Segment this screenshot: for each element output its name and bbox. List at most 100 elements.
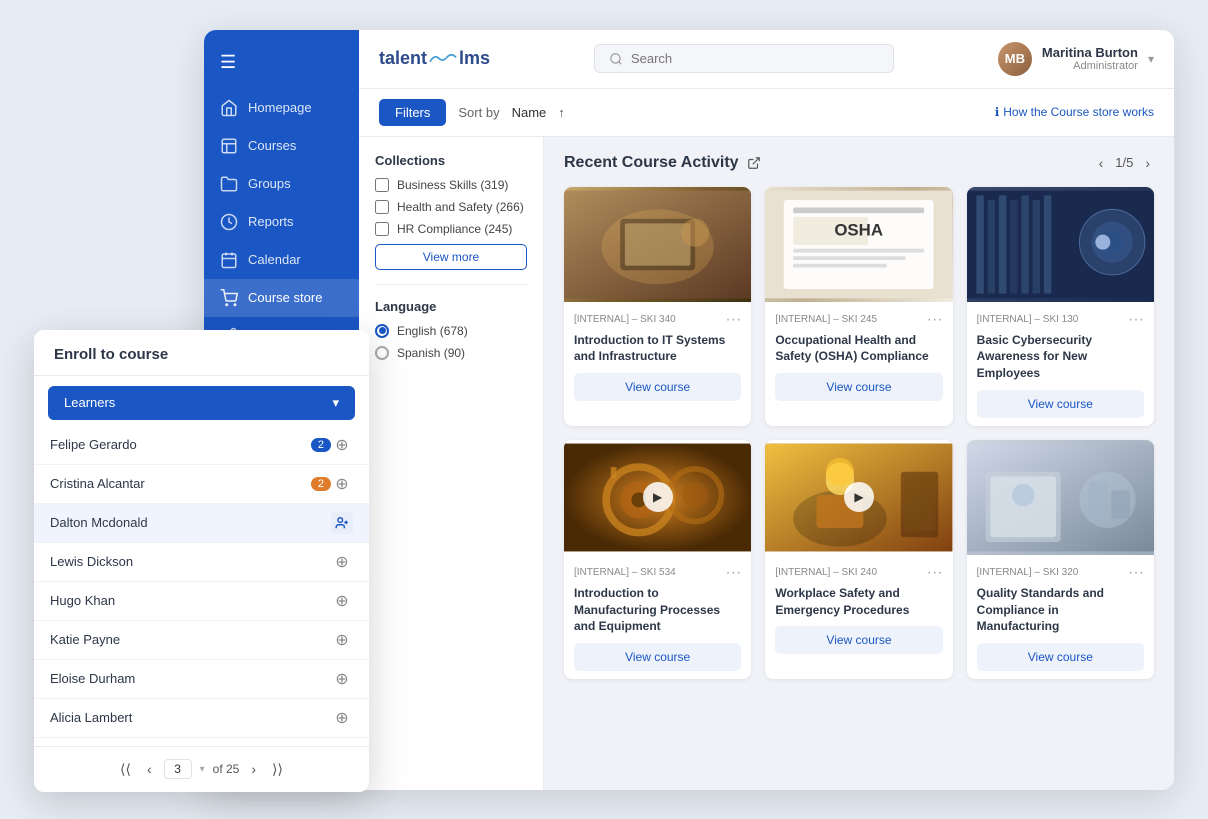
course-more-5[interactable]: ···	[1128, 565, 1144, 581]
course-id-0: [INTERNAL] – SKI 340	[574, 314, 676, 325]
learner-name-1: Cristina Alcantar	[50, 476, 305, 491]
info-icon: ℹ	[995, 105, 1000, 119]
learner-row-0: Felipe Gerardo 2 ⊕	[34, 426, 369, 465]
view-course-btn-3[interactable]: View course	[574, 643, 741, 671]
enroll-add-icon-4[interactable]: ⊕	[331, 590, 353, 612]
page-total: of 25	[213, 762, 240, 776]
view-course-btn-1[interactable]: View course	[775, 373, 942, 401]
logo-talent: talent	[379, 48, 427, 69]
enroll-pagination: ⟨⟨ ‹ ▾ of 25 › ⟩⟩	[34, 746, 369, 792]
enroll-add-icon-7[interactable]: ⊕	[331, 707, 353, 729]
filter-health-safety[interactable]: Health and Safety (266)	[375, 200, 527, 214]
pagination-next-icon[interactable]: ›	[1141, 153, 1154, 173]
course-body-0: [INTERNAL] – SKI 340 ··· Introduction to…	[564, 302, 751, 410]
filters-button[interactable]: Filters	[379, 99, 446, 126]
radio-english[interactable]	[375, 324, 389, 338]
play-button-4[interactable]: ▶	[844, 482, 874, 512]
filter-hr-compliance[interactable]: HR Compliance (245)	[375, 222, 527, 236]
view-more-button[interactable]: View more	[375, 244, 527, 270]
enroll-add-icon-6[interactable]: ⊕	[331, 668, 353, 690]
enroll-add-icon-5[interactable]: ⊕	[331, 629, 353, 651]
course-card-3: ▶ [INTERNAL] – SKI 534 ··· Introduction …	[564, 440, 751, 679]
page-last-icon[interactable]: ⟩⟩	[268, 759, 287, 780]
learner-row-5: Katie Payne ⊕	[34, 621, 369, 660]
course-card-0: [INTERNAL] – SKI 340 ··· Introduction to…	[564, 187, 751, 426]
sidebar-item-course-store[interactable]: Course store	[204, 279, 359, 317]
page-number-input[interactable]	[164, 759, 192, 779]
page-first-icon[interactable]: ⟨⟨	[116, 759, 135, 780]
page-dropdown-icon[interactable]: ▾	[200, 764, 205, 775]
pagination-prev-icon[interactable]: ‹	[1095, 153, 1108, 173]
course-thumb-2	[967, 187, 1154, 302]
language-title: Language	[375, 299, 527, 314]
course-more-1[interactable]: ···	[927, 312, 943, 328]
external-link-icon[interactable]	[747, 156, 761, 170]
filter-label-hr: HR Compliance (245)	[397, 222, 512, 236]
sidebar-item-reports[interactable]: Reports	[204, 203, 359, 241]
view-course-btn-4[interactable]: View course	[775, 626, 942, 654]
sort-name: Name	[512, 105, 547, 120]
enroll-modal: Enroll to course Learners ▾ Felipe Gerar…	[34, 330, 369, 792]
filter-checkbox-business[interactable]	[375, 178, 389, 192]
course-body-3: [INTERNAL] – SKI 534 ··· Introduction to…	[564, 555, 751, 679]
filter-checkbox-health[interactable]	[375, 200, 389, 214]
course-more-4[interactable]: ···	[927, 565, 943, 581]
course-title-1: Occupational Health and Safety (OSHA) Co…	[775, 332, 942, 366]
language-label-spanish: Spanish (90)	[397, 346, 465, 360]
how-it-works-link[interactable]: ℹ How the Course store works	[995, 105, 1154, 119]
course-id-5: [INTERNAL] – SKI 320	[977, 567, 1079, 578]
course-title-3: Introduction to Manufacturing Processes …	[574, 585, 741, 635]
view-course-btn-0[interactable]: View course	[574, 373, 741, 401]
course-body-2: [INTERNAL] – SKI 130 ··· Basic Cybersecu…	[967, 302, 1154, 426]
toolbar: Filters Sort by Name ↑ ℹ How the Course …	[359, 89, 1174, 137]
hamburger-icon[interactable]: ☰	[204, 44, 359, 89]
course-body-5: [INTERNAL] – SKI 320 ··· Quality Standar…	[967, 555, 1154, 679]
enroll-add-icon-0[interactable]: ⊕	[331, 434, 353, 456]
learner-row-3: Lewis Dickson ⊕	[34, 543, 369, 582]
learner-row-7: Alicia Lambert ⊕	[34, 699, 369, 738]
user-info[interactable]: MB Maritina Burton Administrator ▾	[998, 42, 1154, 76]
course-title-2: Basic Cybersecurity Awareness for New Em…	[977, 332, 1144, 382]
course-more-3[interactable]: ···	[725, 565, 741, 581]
enroll-active-icon-2[interactable]	[331, 512, 353, 534]
view-course-btn-5[interactable]: View course	[977, 643, 1144, 671]
header: talent lms MB	[359, 30, 1174, 89]
search-input[interactable]	[631, 51, 879, 66]
course-id-1: [INTERNAL] – SKI 245	[775, 314, 877, 325]
course-thumb-0	[564, 187, 751, 302]
course-more-2[interactable]: ···	[1128, 312, 1144, 328]
learners-dropdown[interactable]: Learners ▾	[48, 386, 355, 420]
radio-spanish[interactable]	[375, 346, 389, 360]
play-button-3[interactable]: ▶	[643, 482, 673, 512]
sidebar-item-groups[interactable]: Groups	[204, 165, 359, 203]
enroll-modal-title: Enroll to course	[34, 330, 369, 376]
learner-name-3: Lewis Dickson	[50, 554, 331, 569]
learner-name-0: Felipe Gerardo	[50, 437, 305, 452]
sort-arrow-icon[interactable]: ↑	[558, 105, 565, 120]
view-course-btn-2[interactable]: View course	[977, 390, 1144, 418]
enroll-add-icon-3[interactable]: ⊕	[331, 551, 353, 573]
sidebar-label-course-store: Course store	[248, 290, 322, 305]
language-english[interactable]: English (678)	[375, 324, 527, 338]
filter-business-skills[interactable]: Business Skills (319)	[375, 178, 527, 192]
sidebar-label-homepage: Homepage	[248, 100, 312, 115]
language-spanish[interactable]: Spanish (90)	[375, 346, 527, 360]
user-role: Administrator	[1042, 60, 1138, 72]
sort-by-label: Sort by	[458, 105, 499, 120]
courses-header: Recent Course Activity ‹ 1/5 ›	[564, 153, 1154, 173]
enroll-add-icon-1[interactable]: ⊕	[331, 473, 353, 495]
sidebar-item-courses[interactable]: Courses	[204, 127, 359, 165]
logo: talent lms	[379, 48, 490, 69]
course-more-0[interactable]: ···	[725, 312, 741, 328]
filter-label-health: Health and Safety (266)	[397, 200, 524, 214]
sidebar-item-calendar[interactable]: Calendar	[204, 241, 359, 279]
search-bar[interactable]	[594, 44, 894, 73]
collections-title: Collections	[375, 153, 527, 168]
page-next-icon[interactable]: ›	[247, 759, 260, 779]
course-id-2: [INTERNAL] – SKI 130	[977, 314, 1079, 325]
course-meta-2: [INTERNAL] – SKI 130 ···	[977, 312, 1144, 328]
course-meta-0: [INTERNAL] – SKI 340 ···	[574, 312, 741, 328]
page-prev-icon[interactable]: ‹	[143, 759, 156, 779]
filter-checkbox-hr[interactable]	[375, 222, 389, 236]
sidebar-item-homepage[interactable]: Homepage	[204, 89, 359, 127]
